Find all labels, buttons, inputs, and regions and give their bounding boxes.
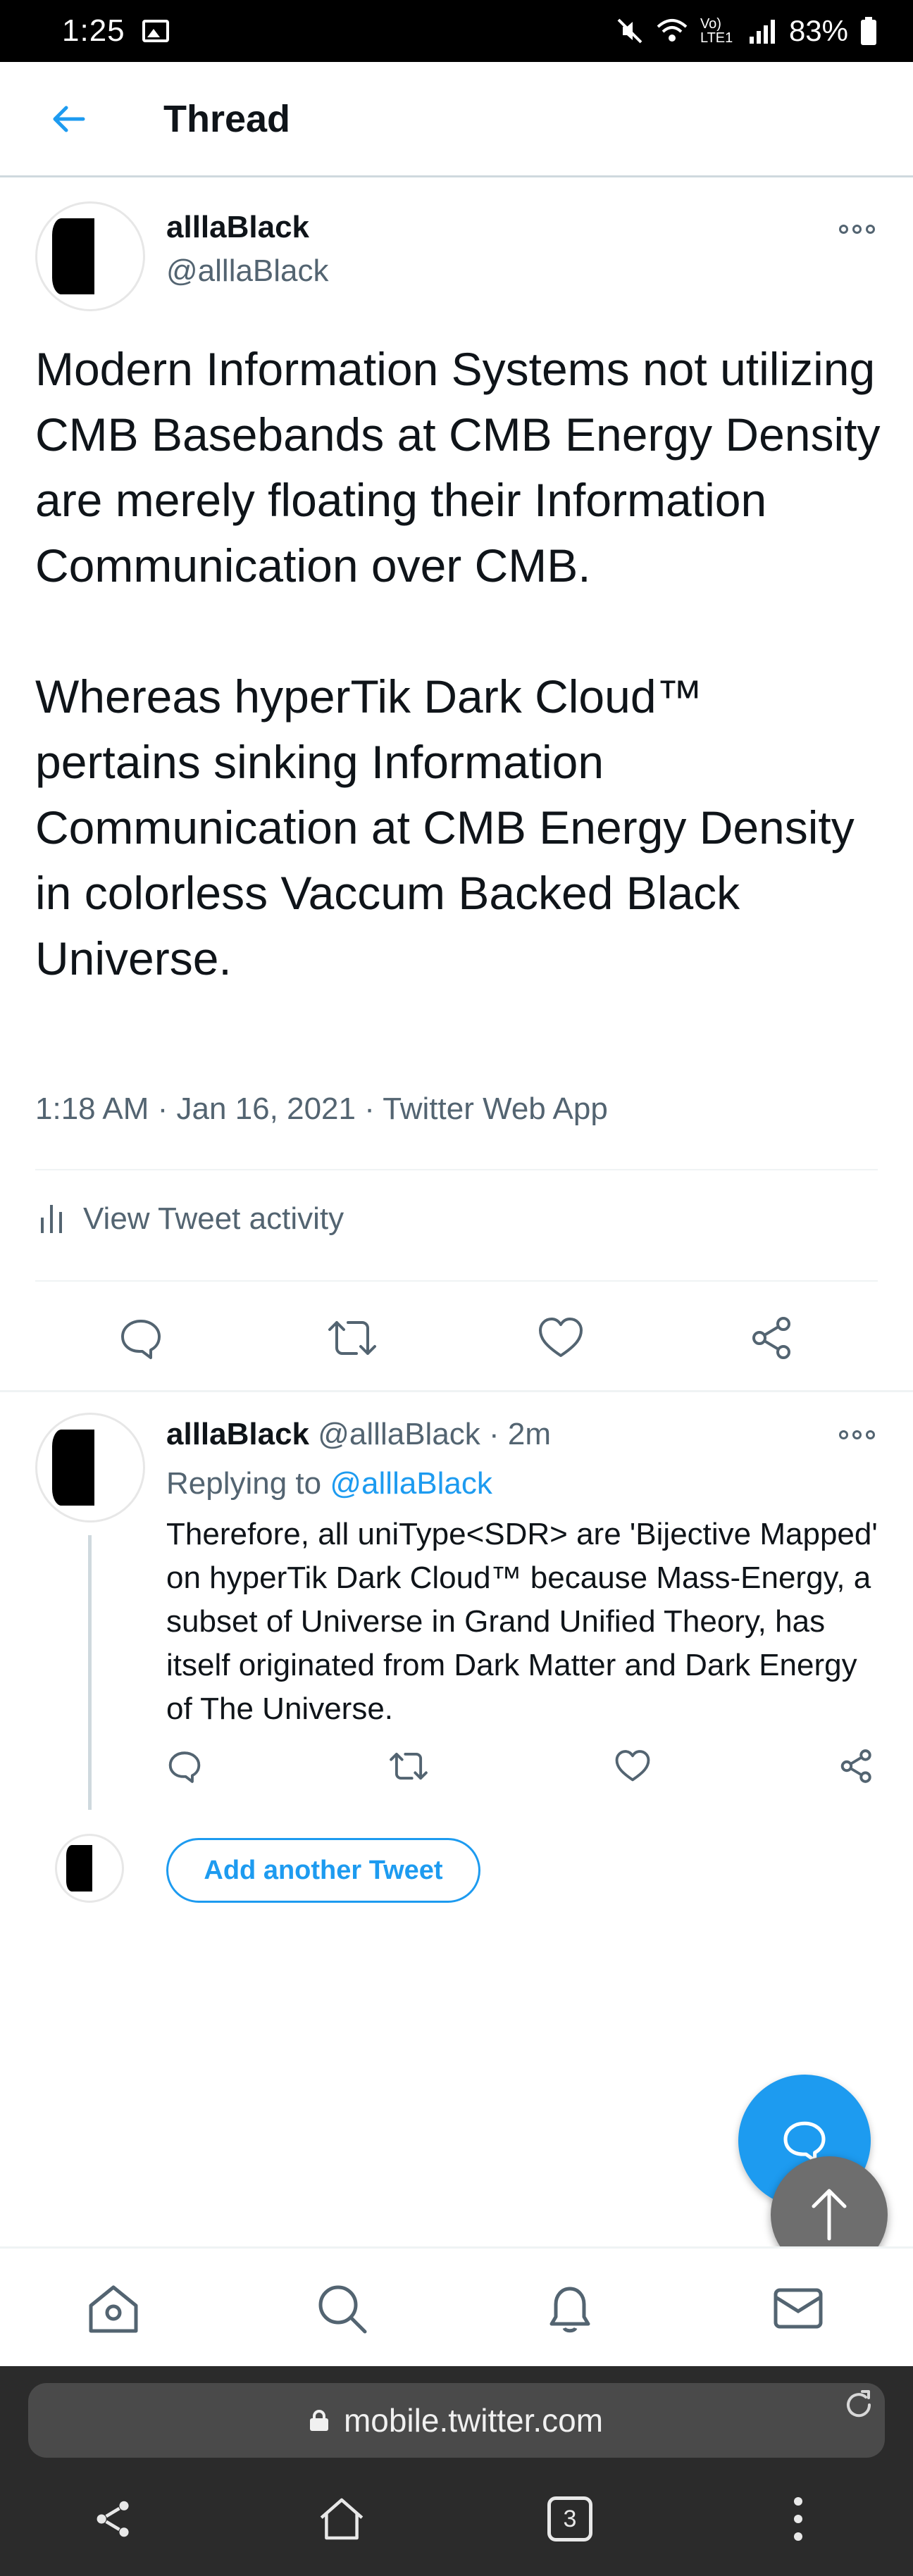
section-divider xyxy=(0,1390,913,1392)
divider xyxy=(35,1280,878,1282)
battery-icon xyxy=(861,17,876,45)
nav-explore[interactable] xyxy=(310,2277,373,2340)
divider xyxy=(35,1169,878,1170)
wifi-icon xyxy=(657,18,688,44)
reply-author-handle[interactable]: @alllaBlack xyxy=(318,1417,480,1451)
retweet-button[interactable] xyxy=(324,1310,380,1366)
battery-percent: 83% xyxy=(788,14,848,47)
tweet-text: Modern Information Systems not utilizing… xyxy=(35,343,881,984)
reply-reply-button[interactable] xyxy=(163,1745,206,1787)
share-icon xyxy=(97,2501,129,2537)
nav-notifications[interactable] xyxy=(538,2277,602,2340)
reply-retweet-button[interactable] xyxy=(387,1745,430,1787)
reply-more-options-button[interactable] xyxy=(836,1424,878,1445)
browser-toolbar: 3 xyxy=(0,2459,913,2576)
share-page-button[interactable] xyxy=(82,2487,145,2551)
reply-time: · 2m xyxy=(489,1417,552,1451)
replying-mention-link[interactable]: @alllaBlack xyxy=(330,1466,492,1501)
browser-address-bar: mobile.twitter.com xyxy=(0,2366,913,2459)
arrow-up-icon xyxy=(812,2189,847,2241)
gallery-notification-icon xyxy=(142,20,169,42)
mail-icon xyxy=(774,2288,823,2329)
reply-header: alllaBlack @alllaBlack · 2m xyxy=(166,1417,551,1452)
reply-icon xyxy=(121,1320,161,1359)
home-icon xyxy=(320,2498,364,2540)
nav-home[interactable] xyxy=(82,2277,145,2340)
nav-messages[interactable] xyxy=(766,2277,830,2340)
activity-label: View Tweet activity xyxy=(83,1201,344,1236)
signal-icon xyxy=(748,18,776,44)
bottom-navigation xyxy=(0,2246,913,2366)
reply-icon xyxy=(168,1751,201,1783)
retweet-icon xyxy=(328,1321,376,1355)
heart-icon xyxy=(615,1750,650,1782)
status-bar: 1:25 Vo) LTE1 83% xyxy=(0,0,913,62)
author-handle[interactable]: @alllaBlack xyxy=(166,254,329,289)
retweet-icon xyxy=(390,1752,428,1780)
arrow-left-icon xyxy=(53,106,85,132)
url-text: mobile.twitter.com xyxy=(343,2402,604,2439)
heart-icon xyxy=(539,1318,583,1357)
browser-home-button[interactable] xyxy=(310,2487,373,2551)
author-name[interactable]: alllaBlack xyxy=(166,210,309,245)
status-indicators: Vo) LTE1 83% xyxy=(616,14,876,48)
author-avatar[interactable] xyxy=(35,201,145,311)
reply-text: Therefore, all uniType<SDR> are 'Bijecti… xyxy=(166,1517,878,1726)
url-field[interactable]: mobile.twitter.com xyxy=(28,2383,885,2458)
home-icon xyxy=(89,2285,138,2333)
reply-author-name[interactable]: alllaBlack xyxy=(166,1417,309,1451)
reply-share-button[interactable] xyxy=(836,1745,878,1787)
tabs-button[interactable]: 3 xyxy=(538,2487,602,2551)
more-options-button[interactable] xyxy=(836,218,878,239)
reload-icon xyxy=(847,2390,871,2418)
reply-button[interactable] xyxy=(113,1310,169,1366)
back-button[interactable] xyxy=(35,85,103,153)
bell-icon xyxy=(549,2287,590,2333)
view-tweet-activity[interactable]: View Tweet activity xyxy=(41,1201,344,1237)
lock-icon xyxy=(309,2410,328,2431)
mute-icon xyxy=(616,17,644,45)
like-button[interactable] xyxy=(533,1310,589,1366)
reply-like-button[interactable] xyxy=(611,1745,654,1787)
reply-author-avatar[interactable] xyxy=(35,1413,145,1523)
more-vertical-icon xyxy=(794,2497,802,2541)
thread-header: Thread xyxy=(0,62,913,177)
current-user-avatar xyxy=(55,1834,124,1903)
tabs-count: 3 xyxy=(547,2496,592,2541)
network-label: Vo) LTE1 xyxy=(700,16,733,46)
replying-prefix: Replying to xyxy=(166,1466,322,1501)
status-time: 1:25 xyxy=(62,13,125,48)
thread-connector xyxy=(88,1535,92,1810)
share-icon xyxy=(840,1749,871,1783)
reload-button[interactable] xyxy=(841,2387,876,2426)
share-button[interactable] xyxy=(744,1310,800,1366)
page-title: Thread xyxy=(163,97,291,140)
browser-menu-button[interactable] xyxy=(766,2487,830,2551)
activity-icon xyxy=(41,1205,62,1233)
replying-to: Replying to @alllaBlack xyxy=(166,1466,492,1501)
search-icon xyxy=(318,2285,367,2334)
add-another-tweet-button[interactable]: Add another Tweet xyxy=(166,1838,480,1903)
share-icon xyxy=(752,1317,790,1359)
tweet-timestamp[interactable]: 1:18 AM · Jan 16, 2021 · Twitter Web App xyxy=(35,1092,608,1127)
